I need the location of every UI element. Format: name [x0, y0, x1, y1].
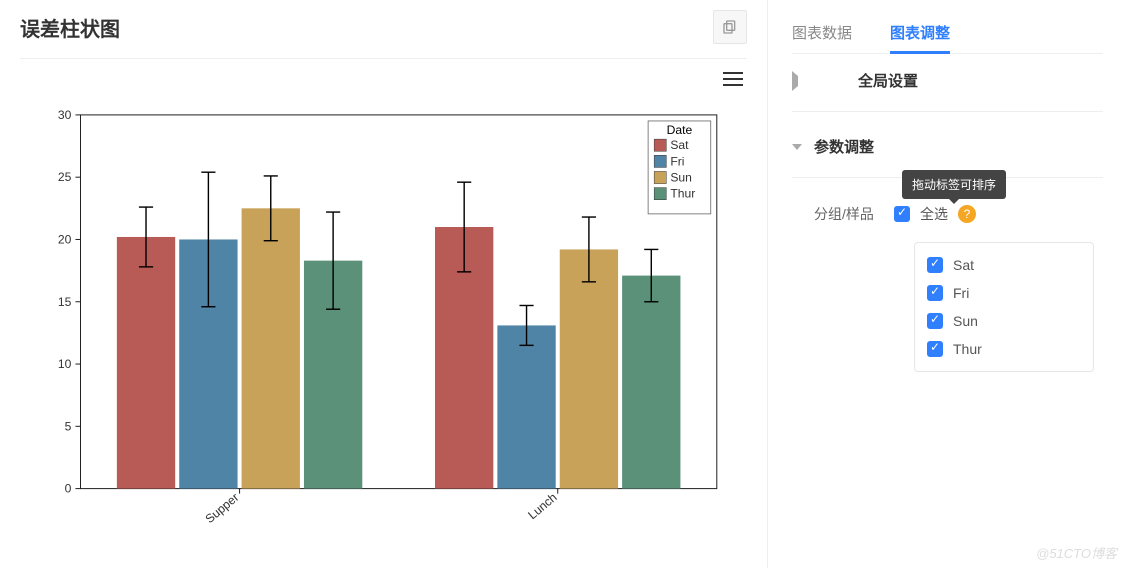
param-group-label: 分组/样品 — [814, 204, 894, 224]
help-icon[interactable]: ? — [958, 205, 976, 223]
group-item-checkbox[interactable] — [927, 257, 943, 273]
bar-chart: 0 5 10 15 20 25 30 Supper Lunch DateSat Fri Sun Thur — [30, 96, 737, 558]
svg-text:Thur: Thur — [670, 187, 695, 201]
svg-text:Fri: Fri — [670, 154, 684, 168]
group-item-label: Sun — [953, 313, 978, 329]
group-item-checkbox[interactable] — [927, 285, 943, 301]
svg-text:20: 20 — [58, 233, 72, 247]
group-sort-card: Sat Fri Sun Thur — [914, 242, 1094, 372]
svg-text:5: 5 — [65, 419, 72, 433]
select-all-checkbox[interactable] — [894, 206, 910, 222]
group-item-label: Sat — [953, 257, 974, 273]
group-item-checkbox[interactable] — [927, 341, 943, 357]
chart-area: 0 5 10 15 20 25 30 Supper Lunch DateSat Fri Sun Thur — [20, 92, 747, 568]
svg-text:30: 30 — [58, 108, 72, 122]
group-item-label: Fri — [953, 285, 969, 301]
svg-text:Lunch: Lunch — [525, 490, 559, 522]
group-item[interactable]: Fri — [927, 279, 1081, 307]
svg-text:Sat: Sat — [670, 138, 689, 152]
svg-text:25: 25 — [58, 170, 72, 184]
chevron-right-icon — [792, 71, 846, 91]
hamburger-icon[interactable] — [723, 71, 743, 92]
watermark: @51CTO博客 — [1036, 543, 1117, 562]
group-item-checkbox[interactable] — [927, 313, 943, 329]
param-group-row: 分组/样品 全选 ? 拖动标签可排序 — [814, 186, 1103, 230]
group-item[interactable]: Thur — [927, 335, 1081, 363]
select-all-label: 全选 — [920, 204, 948, 224]
settings-panel: 图表数据 图表调整 全局设置 参数调整 分组/样品 全选 ? 拖动标签可排序 — [767, 0, 1127, 568]
chevron-down-icon — [792, 144, 802, 150]
page-title: 误差柱状图 — [20, 13, 120, 42]
settings-tabs: 图表数据 图表调整 — [792, 10, 1103, 54]
svg-text:15: 15 — [58, 295, 72, 309]
tooltip: 拖动标签可排序 — [902, 170, 1006, 199]
svg-text:Supper: Supper — [203, 490, 242, 526]
copy-icon-button[interactable] — [713, 10, 747, 44]
svg-text:10: 10 — [58, 357, 72, 371]
svg-text:0: 0 — [65, 482, 72, 496]
copy-icon — [722, 19, 738, 35]
section-params-label: 参数调整 — [814, 136, 874, 157]
group-item[interactable]: Sat — [927, 251, 1081, 279]
tab-adjust[interactable]: 图表调整 — [890, 10, 950, 53]
chart-panel: 误差柱状图 0 5 10 15 20 25 30 Supper Lunch DateSat Fri S… — [0, 0, 767, 568]
svg-text:Sun: Sun — [670, 171, 692, 185]
section-global-label: 全局设置 — [858, 70, 918, 91]
group-item-label: Thur — [953, 341, 982, 357]
section-params-toggle[interactable]: 参数调整 — [792, 120, 1103, 173]
group-item[interactable]: Sun — [927, 307, 1081, 335]
svg-text:Date: Date — [667, 123, 693, 137]
divider — [792, 111, 1103, 112]
section-global-toggle[interactable]: 全局设置 — [792, 54, 1103, 107]
tab-data[interactable]: 图表数据 — [792, 10, 852, 53]
